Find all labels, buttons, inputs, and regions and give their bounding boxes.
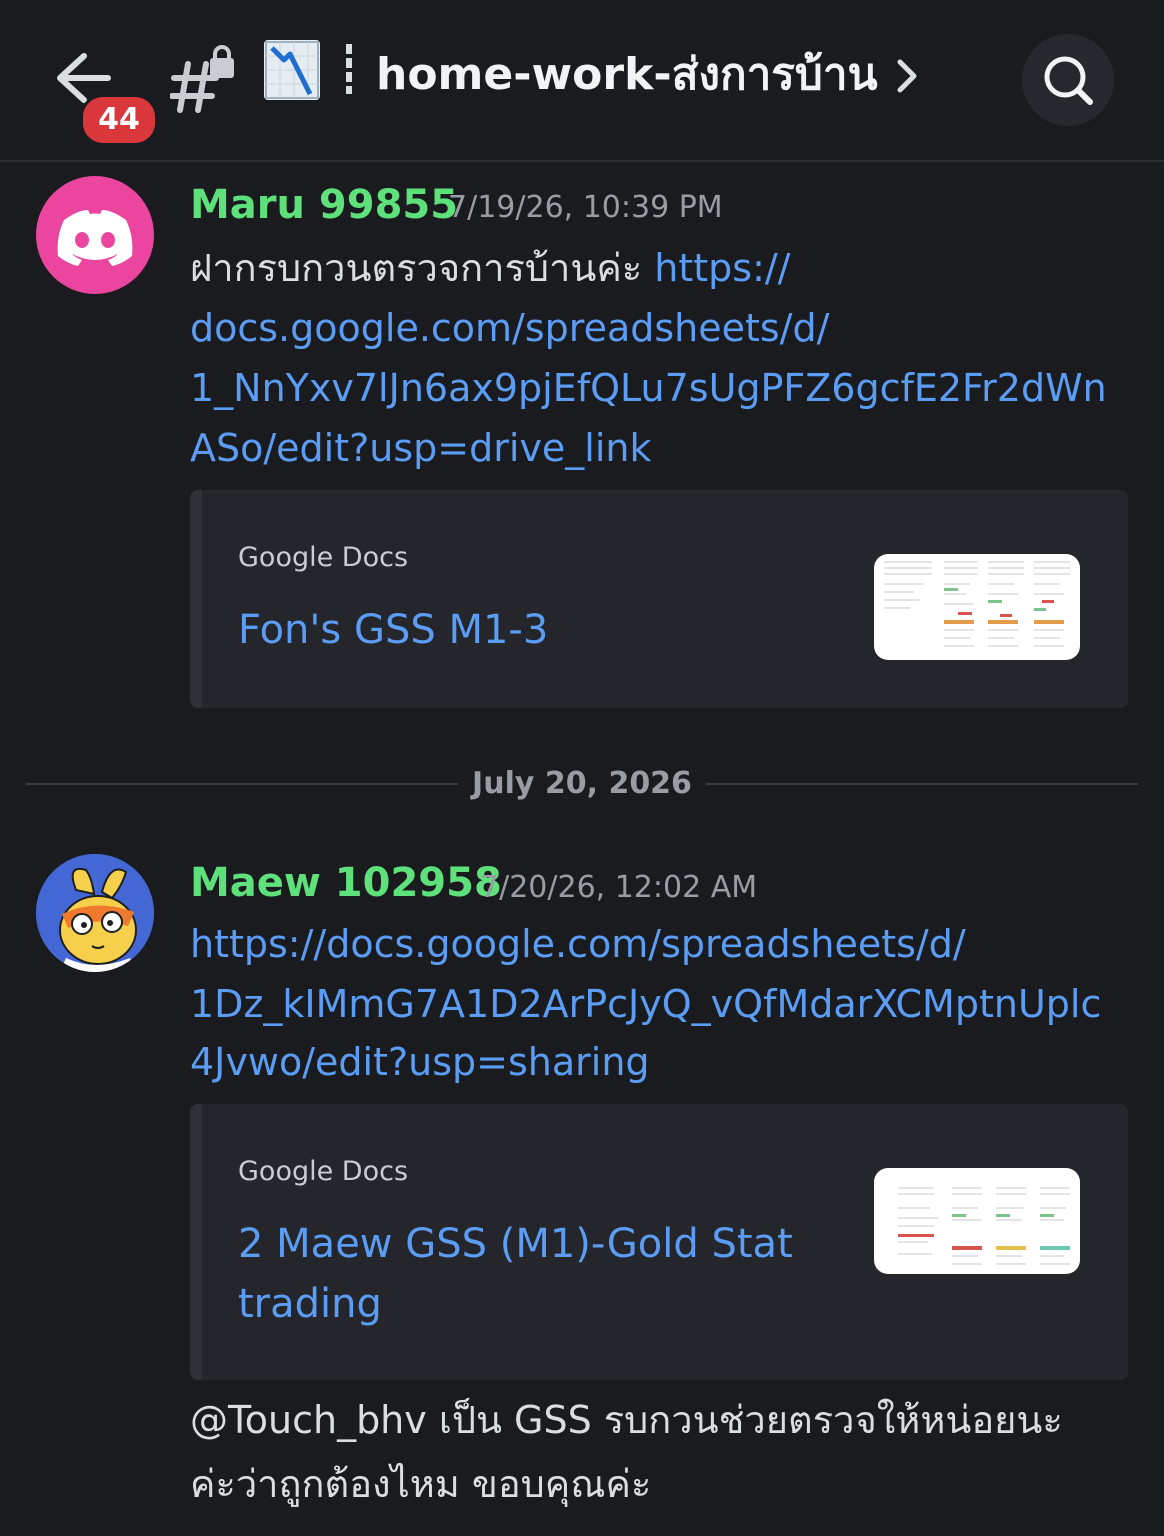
message-text-prefix: ฝากรบกวนตรวจการบ้านค่ะ — [190, 246, 655, 290]
unread-badge: 44 — [80, 94, 158, 146]
link-embed[interactable]: Google Docs Fon's GSS M1-3 — [190, 490, 1128, 708]
locked-channel-icon — [169, 44, 240, 114]
message-timestamp: 7/19/26, 10:39 PM — [448, 190, 723, 225]
avatar[interactable] — [36, 854, 154, 972]
embed-provider: Google Docs — [238, 542, 409, 573]
message-timestamp: 7/20/26, 12:02 AM — [480, 870, 758, 905]
search-button[interactable] — [1022, 34, 1114, 126]
message-link[interactable]: 1_NnYxv7lJn6ax9pjEfQLu7sUgPFZ6gcfE2Fr2dW… — [190, 358, 1107, 418]
message-link[interactable]: ASo/edit?usp=drive_link — [190, 418, 652, 478]
chart-decreasing-icon — [264, 40, 320, 100]
chevron-right-icon[interactable] — [892, 58, 922, 94]
link-embed[interactable]: Google Docs 2 Maew GSS (M1)-Gold Stat tr… — [190, 1104, 1128, 1380]
embed-provider: Google Docs — [238, 1156, 409, 1187]
divider-line-left — [26, 783, 458, 785]
author-name[interactable]: Maew 102958 — [190, 860, 502, 906]
cartoon-avatar-icon — [36, 854, 154, 972]
message-link[interactable]: 1Dz_kIMmG7A1D2ArPcJyQ_vQfMdarXCMptnUplc — [190, 974, 1101, 1034]
date-divider: July 20, 2026 — [472, 766, 692, 801]
author-name[interactable]: Maru 99855 — [190, 182, 458, 228]
search-icon — [1044, 56, 1093, 105]
divider-line-right — [706, 783, 1138, 785]
message-text: ค่ะว่าถูกต้องไหม ขอบคุณค่ะ — [190, 1462, 652, 1506]
message-text: ฝากรบกวนตรวจการบ้านค่ะ https:// — [190, 238, 790, 298]
discord-logo-icon — [57, 210, 133, 266]
message-link[interactable]: docs.google.com/spreadsheets/d/ — [190, 298, 829, 358]
message-text: @Touch_bhv เป็น GSS รบกวนช่วยตรวจให้หน่อ… — [190, 1398, 1063, 1442]
embed-thumbnail[interactable] — [874, 1168, 1080, 1274]
channel-header: 44 home-work-ส่งการบ้าน — [0, 0, 1164, 162]
embed-title[interactable]: trading — [238, 1272, 382, 1336]
embed-title[interactable]: Fon's GSS M1-3 — [238, 598, 548, 662]
message-link[interactable]: https://docs.google.com/spreadsheets/d/ — [190, 914, 966, 974]
embed-title[interactable]: 2 Maew GSS (M1)-Gold Stat — [238, 1212, 793, 1276]
channel-title[interactable]: home-work-ส่งการบ้าน — [376, 40, 878, 110]
message-link[interactable]: 4Jvwo/edit?usp=sharing — [190, 1032, 650, 1092]
message-link[interactable]: https:// — [654, 246, 790, 290]
avatar[interactable] — [36, 176, 154, 294]
embed-thumbnail[interactable] — [874, 554, 1080, 660]
separator-icon — [345, 44, 353, 94]
